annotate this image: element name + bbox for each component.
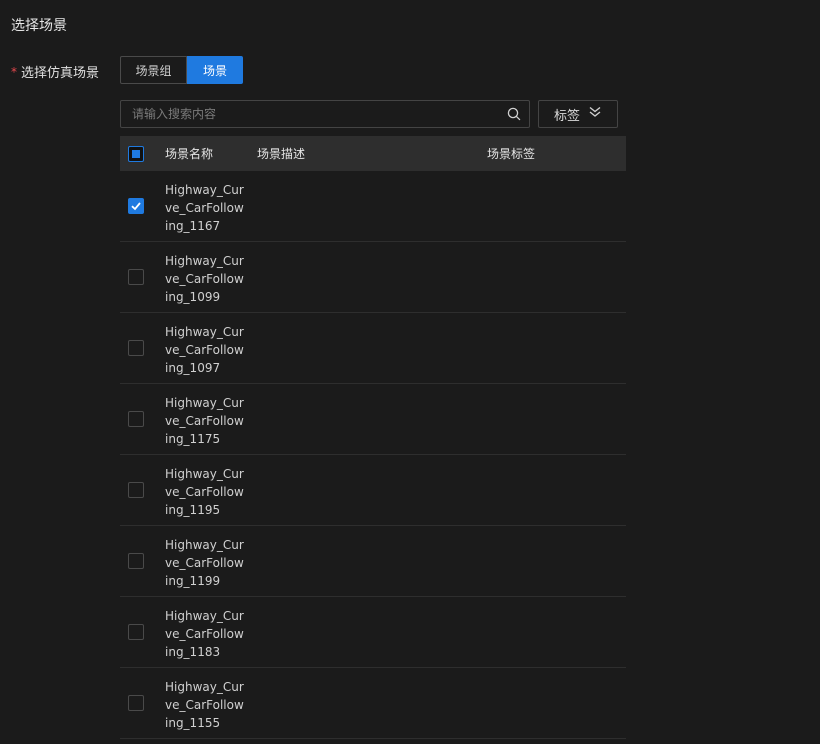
scene-type-segmented: 场景组 场景 bbox=[120, 56, 243, 84]
scene-field-label: * 选择仿真场景 bbox=[11, 62, 100, 82]
row-checkbox[interactable] bbox=[128, 482, 144, 498]
search-input[interactable] bbox=[121, 101, 499, 127]
select-all-checkbox[interactable] bbox=[128, 145, 144, 162]
scene-name: Highway_Curve_CarFollowing_1167 bbox=[165, 183, 244, 233]
table-row[interactable]: Highway_Curve_CarFollowing_1195 bbox=[120, 455, 626, 526]
table-row[interactable]: Highway_Curve_CarFollowing_1167 bbox=[120, 171, 626, 242]
search-box bbox=[120, 100, 530, 128]
row-checkbox[interactable] bbox=[128, 553, 144, 569]
row-checkbox[interactable] bbox=[128, 198, 144, 214]
check-icon bbox=[131, 202, 141, 211]
search-icon[interactable] bbox=[499, 107, 529, 121]
scene-field-label-text: 选择仿真场景 bbox=[21, 66, 100, 81]
row-checkbox[interactable] bbox=[128, 624, 144, 640]
scene-name: Highway_Curve_CarFollowing_1097 bbox=[165, 325, 244, 375]
scene-name: Highway_Curve_CarFollowing_1155 bbox=[165, 680, 244, 730]
table-row[interactable]: Highway_Curve_CarFollowing_1099 bbox=[120, 242, 626, 313]
row-checkbox[interactable] bbox=[128, 269, 144, 285]
scene-name: Highway_Curve_CarFollowing_1175 bbox=[165, 396, 244, 446]
tab-scene-group[interactable]: 场景组 bbox=[120, 56, 187, 84]
header-scene-desc: 场景描述 bbox=[257, 147, 306, 161]
row-checkbox[interactable] bbox=[128, 695, 144, 711]
table-row[interactable]: Highway_Curve_CarFollowing_1155 bbox=[120, 668, 626, 739]
scene-name: Highway_Curve_CarFollowing_1183 bbox=[165, 609, 244, 659]
table-row[interactable]: Highway_Curve_CarFollowing_1199 bbox=[120, 526, 626, 597]
scene-name: Highway_Curve_CarFollowing_1195 bbox=[165, 467, 244, 517]
table-header: 场景名称 场景描述 场景标签 bbox=[120, 136, 626, 171]
scene-name: Highway_Curve_CarFollowing_1199 bbox=[165, 538, 244, 588]
required-mark: * bbox=[11, 64, 17, 79]
table-row[interactable]: Highway_Curve_CarFollowing_1175 bbox=[120, 384, 626, 455]
section-title: 选择场景 bbox=[11, 18, 67, 34]
header-scene-tag: 场景标签 bbox=[487, 147, 536, 161]
row-checkbox[interactable] bbox=[128, 340, 144, 356]
header-scene-name: 场景名称 bbox=[165, 147, 214, 161]
scene-name: Highway_Curve_CarFollowing_1099 bbox=[165, 254, 244, 304]
tab-scene[interactable]: 场景 bbox=[187, 56, 243, 84]
row-checkbox[interactable] bbox=[128, 411, 144, 427]
scene-table: 场景名称 场景描述 场景标签 Highway_Curve_CarFollowin… bbox=[120, 136, 626, 739]
double-chevron-down-icon bbox=[588, 105, 602, 123]
tag-filter-label: 标签 bbox=[553, 108, 580, 124]
table-body: Highway_Curve_CarFollowing_1167 Highway_C… bbox=[120, 171, 626, 739]
table-row[interactable]: Highway_Curve_CarFollowing_1097 bbox=[120, 313, 626, 384]
table-row[interactable]: Highway_Curve_CarFollowing_1183 bbox=[120, 597, 626, 668]
tag-filter-button[interactable]: 标签 bbox=[538, 100, 618, 128]
